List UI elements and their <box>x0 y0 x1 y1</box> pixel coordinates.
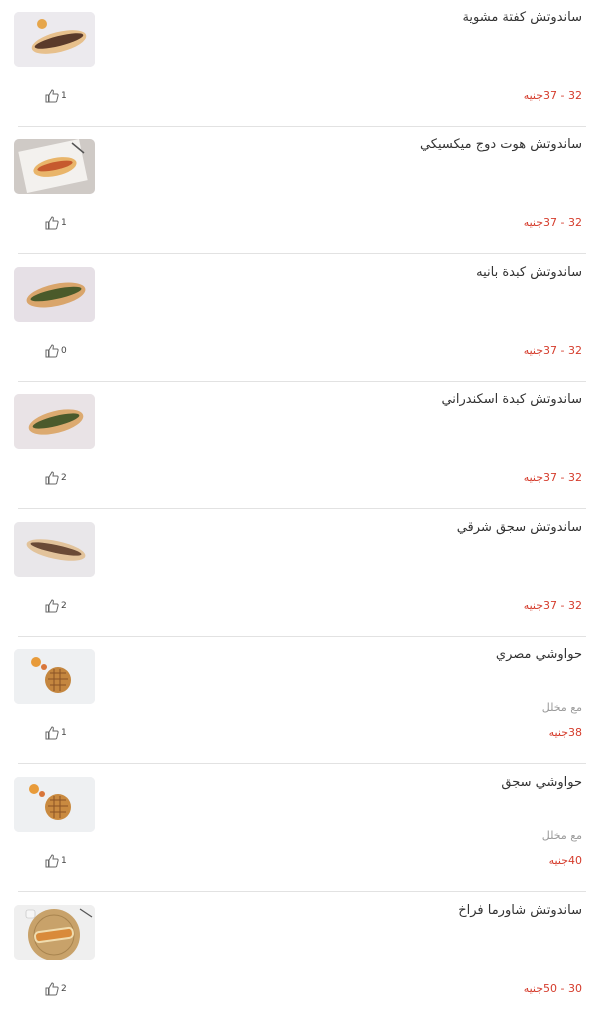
like-count: 2 <box>61 601 67 611</box>
thumbs-up-icon <box>45 89 59 103</box>
menu-item-name: ساندوتش هوت دوج ميكسيكي <box>419 137 582 152</box>
like-button[interactable]: 1 <box>44 215 67 231</box>
menu-item-name: ساندوتش كفتة مشوية <box>462 10 582 25</box>
thumbs-up-icon <box>45 726 59 740</box>
menu-item-name: ساندوتش كبدة اسكندراني <box>441 392 582 407</box>
divider <box>18 763 586 764</box>
menu-item[interactable]: حواوشي سجق مع مخلل 40جنيه 1 <box>0 765 595 892</box>
menu-item-name: حواوشي سجق <box>501 775 582 790</box>
menu-item[interactable]: حواوشي مصري مع مخلل 38جنيه 1 <box>0 637 595 764</box>
like-button[interactable]: 1 <box>44 725 67 741</box>
menu-item[interactable]: ساندوتش سجق شرقي 32 - 37جنيه 2 <box>0 510 595 637</box>
thumbs-up-icon <box>45 982 59 996</box>
menu-item-image[interactable] <box>14 905 95 960</box>
like-count: 1 <box>61 856 67 866</box>
menu-item[interactable]: ساندوتش كفتة مشوية 32 - 37جنيه 1 <box>0 0 595 127</box>
menu-item-name: حواوشي مصري <box>495 647 582 662</box>
like-button[interactable]: 2 <box>44 598 67 614</box>
divider <box>18 253 586 254</box>
like-button[interactable]: 2 <box>44 981 67 997</box>
like-button[interactable]: 1 <box>44 88 67 104</box>
like-button[interactable]: 0 <box>44 343 67 359</box>
menu-item-name: ساندوتش سجق شرقي <box>456 520 582 535</box>
menu-item-image[interactable] <box>14 777 95 832</box>
thumbs-up-icon <box>45 471 59 485</box>
menu-item-price: 32 - 37جنيه <box>523 599 582 612</box>
menu-item[interactable]: ساندوتش هوت دوج ميكسيكي 32 - 37جنيه 1 <box>0 127 595 254</box>
menu-item-image[interactable] <box>14 267 95 322</box>
menu-item[interactable]: ساندوتش شاورما فراخ 30 - 50جنيه 2 <box>0 893 595 1020</box>
like-count: 0 <box>61 346 67 356</box>
menu-item-name: ساندوتش شاورما فراخ <box>458 903 582 918</box>
menu-item-price: 32 - 37جنيه <box>523 344 582 357</box>
menu-item-name: ساندوتش كبدة بانيه <box>476 265 582 280</box>
thumbs-up-icon <box>45 854 59 868</box>
menu-item-price: 32 - 37جنيه <box>523 471 582 484</box>
menu-item-description: مع مخلل <box>541 829 582 842</box>
like-button[interactable]: 2 <box>44 470 67 486</box>
menu-item-image[interactable] <box>14 12 95 67</box>
menu-item-price: 32 - 37جنيه <box>523 89 582 102</box>
thumbs-up-icon <box>45 216 59 230</box>
menu-item-image[interactable] <box>14 139 95 194</box>
like-button[interactable]: 1 <box>44 853 67 869</box>
like-count: 1 <box>61 728 67 738</box>
menu-item-image[interactable] <box>14 522 95 577</box>
like-count: 2 <box>61 984 67 994</box>
menu-item-price: 40جنيه <box>548 854 582 867</box>
menu-item-image[interactable] <box>14 649 95 704</box>
divider <box>18 508 586 509</box>
menu-item-image[interactable] <box>14 394 95 449</box>
like-count: 2 <box>61 473 67 483</box>
menu-item-description: مع مخلل <box>541 701 582 714</box>
like-count: 1 <box>61 218 67 228</box>
thumbs-up-icon <box>45 599 59 613</box>
menu-item[interactable]: ساندوتش كبدة بانيه 32 - 37جنيه 0 <box>0 255 595 382</box>
menu-item-price: 30 - 50جنيه <box>523 982 582 995</box>
divider <box>18 891 586 892</box>
menu-item[interactable]: ساندوتش كبدة اسكندراني 32 - 37جنيه 2 <box>0 382 595 509</box>
menu-item-price: 32 - 37جنيه <box>523 216 582 229</box>
menu-item-price: 38جنيه <box>548 726 582 739</box>
like-count: 1 <box>61 91 67 101</box>
thumbs-up-icon <box>45 344 59 358</box>
